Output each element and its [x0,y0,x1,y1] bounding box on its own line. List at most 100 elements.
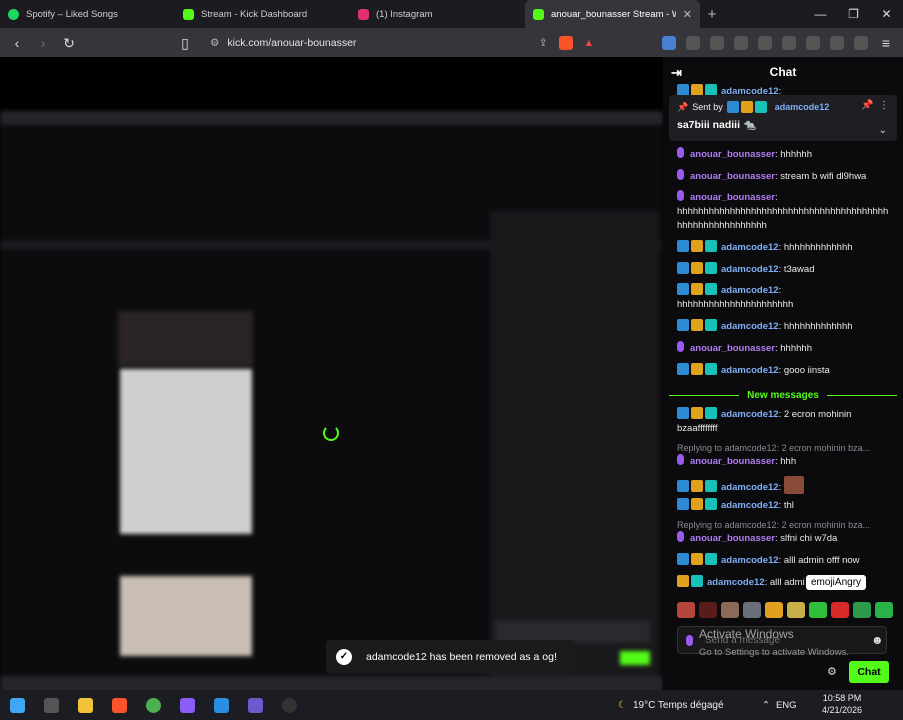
emote-icon[interactable] [677,602,695,618]
username[interactable]: adamcode12 [721,409,779,420]
badges [726,101,767,113]
username[interactable]: adamcode12 [721,321,779,332]
extension-icon[interactable] [710,35,724,50]
send-chat-button[interactable]: Chat [849,661,889,683]
emoji-angry-icon[interactable] [809,602,827,618]
app-icon [247,697,263,713]
username[interactable]: anouar_bounasser [690,533,775,544]
start-button[interactable] [0,690,34,720]
message-text: : hhh [775,456,797,467]
username[interactable]: adamcode12 [707,577,765,588]
minimize-icon[interactable]: — [804,0,837,28]
clock[interactable]: 10:58 PM 4/21/2026 [822,692,862,716]
visual-studio-button[interactable] [170,690,204,720]
forward-button[interactable]: › [32,32,54,54]
time: 10:58 PM [822,693,862,703]
emote-icon[interactable] [743,602,761,618]
emoji-picker-icon[interactable]: ☻ [871,633,884,647]
username[interactable]: adamcode12 [721,555,779,566]
username[interactable]: adamcode12 [721,482,779,493]
mic-badge-icon [677,147,684,158]
obs-button[interactable] [272,690,306,720]
reload-button[interactable]: ↻ [58,32,80,54]
reply-context[interactable]: Replying to adamcode12: 2 ecron mohinin … [677,443,895,453]
chat-message: adamcode12: hhhhhhhhhhhhh [677,319,891,334]
chevron-up-icon[interactable]: ⌃ [762,700,770,711]
emote-icon[interactable] [765,602,783,618]
chrome-button[interactable] [136,690,170,720]
vscode-button[interactable] [204,690,238,720]
extension-icon[interactable] [734,35,748,50]
username[interactable]: anouar_bounasser [690,343,775,354]
rewards-icon[interactable]: ▲ [584,37,594,49]
vpn-icon[interactable] [854,35,868,50]
task-view-icon [43,697,59,713]
message-text: : stream b wifi dl9hwa [775,171,867,182]
task-view-button[interactable] [34,690,68,720]
tab-instagram[interactable]: (1) Instagram [350,0,525,28]
new-tab-button[interactable]: + [700,6,724,23]
emote-icon[interactable] [853,602,871,618]
url-text: kick.com/anouar-bounasser [227,36,357,49]
extension-icon[interactable] [662,35,676,50]
check-icon: ✓ [336,649,352,665]
close-tab-icon[interactable]: ✕ [683,8,692,21]
username[interactable]: anouar_bounasser [690,192,775,203]
brave-shields-icon[interactable] [558,35,573,50]
language-indicator[interactable]: ENG [776,700,797,711]
emote-icon[interactable] [875,602,893,618]
stream-video-player[interactable] [0,57,663,701]
chat-settings-gear-icon[interactable]: ⚙ [827,665,837,678]
tab-kick-stream[interactable]: anouar_bounasser Stream - Wat ✕ [525,0,700,28]
app-button[interactable] [238,690,272,720]
puzzle-icon[interactable] [686,35,700,50]
unpin-and-more-icons[interactable]: 📌 ⋮ [861,100,889,111]
bookmark-icon[interactable]: ▯ [174,32,196,54]
back-button[interactable]: ‹ [6,32,28,54]
username[interactable]: anouar_bounasser [690,456,775,467]
emote-icon[interactable] [787,602,805,618]
username[interactable]: anouar_bounasser [690,149,775,160]
emote-icon[interactable] [831,602,849,618]
chat-message: adamcode12: 2 ecron mohinin bzaaffffffff [677,407,891,436]
close-window-icon[interactable]: ✕ [870,0,903,28]
tab-kick-dashboard[interactable]: Stream - Kick Dashboard [175,0,350,28]
mic-badge-icon [677,531,684,542]
username[interactable]: adamcode12 [721,365,779,376]
message-text: : [775,192,778,203]
badges [677,363,717,375]
menu-icon[interactable]: ≡ [875,32,897,54]
tab-spotify[interactable]: Spotify – Liked Songs [0,0,175,28]
chat-message: anouar_bounasser: hhh [677,454,891,469]
pinned-message[interactable]: 📌 Sent by adamcode12 sa7biii nadiii 🐀 📌 ⋮ … [669,95,897,141]
chevron-down-icon[interactable]: ⌄ [879,125,887,136]
kick-icon [533,8,544,20]
weather-widget[interactable]: ☾ 19°C Temps dégagé [618,690,724,720]
share-icon[interactable]: ⇪ [539,37,548,49]
system-tray[interactable]: ⌃ ENG [762,690,797,720]
maximize-icon[interactable]: ❐ [837,0,870,28]
emote-icon[interactable] [721,602,739,618]
chat-panel: ⇥ Chat adamcode12: 📌 Sent by adamcode12 sa… [663,57,903,690]
site-settings-icon[interactable]: ⚙ [210,37,219,49]
blurred-stream-content [0,111,663,701]
wallet-icon[interactable] [806,35,820,50]
leo-icon[interactable] [830,35,844,50]
username[interactable]: adamcode12 [721,242,779,253]
url-field[interactable]: ⚙ kick.com/anouar-bounasser ⇪ ▲ [204,31,594,54]
emote-icon[interactable] [699,602,717,618]
music-icon[interactable] [758,35,772,50]
reply-context[interactable]: Replying to adamcode12: 2 ecron mohinin … [677,520,895,530]
username[interactable]: adamcode12 [721,285,779,296]
collapse-chat-icon[interactable]: ⇥ [671,65,682,81]
username[interactable]: adamcode12 [721,500,779,511]
pin-icon: 📌 [677,101,689,112]
pinned-username[interactable]: adamcode12 [775,102,830,112]
file-explorer-button[interactable] [68,690,102,720]
username[interactable]: anouar_bounasser [690,171,775,182]
username[interactable]: adamcode12 [721,264,779,275]
date: 4/21/2026 [822,705,863,715]
brave-button[interactable] [102,690,136,720]
chat-message: anouar_bounasser: stream b wifi dl9hwa [677,169,891,184]
sidebar-icon[interactable] [782,35,796,50]
